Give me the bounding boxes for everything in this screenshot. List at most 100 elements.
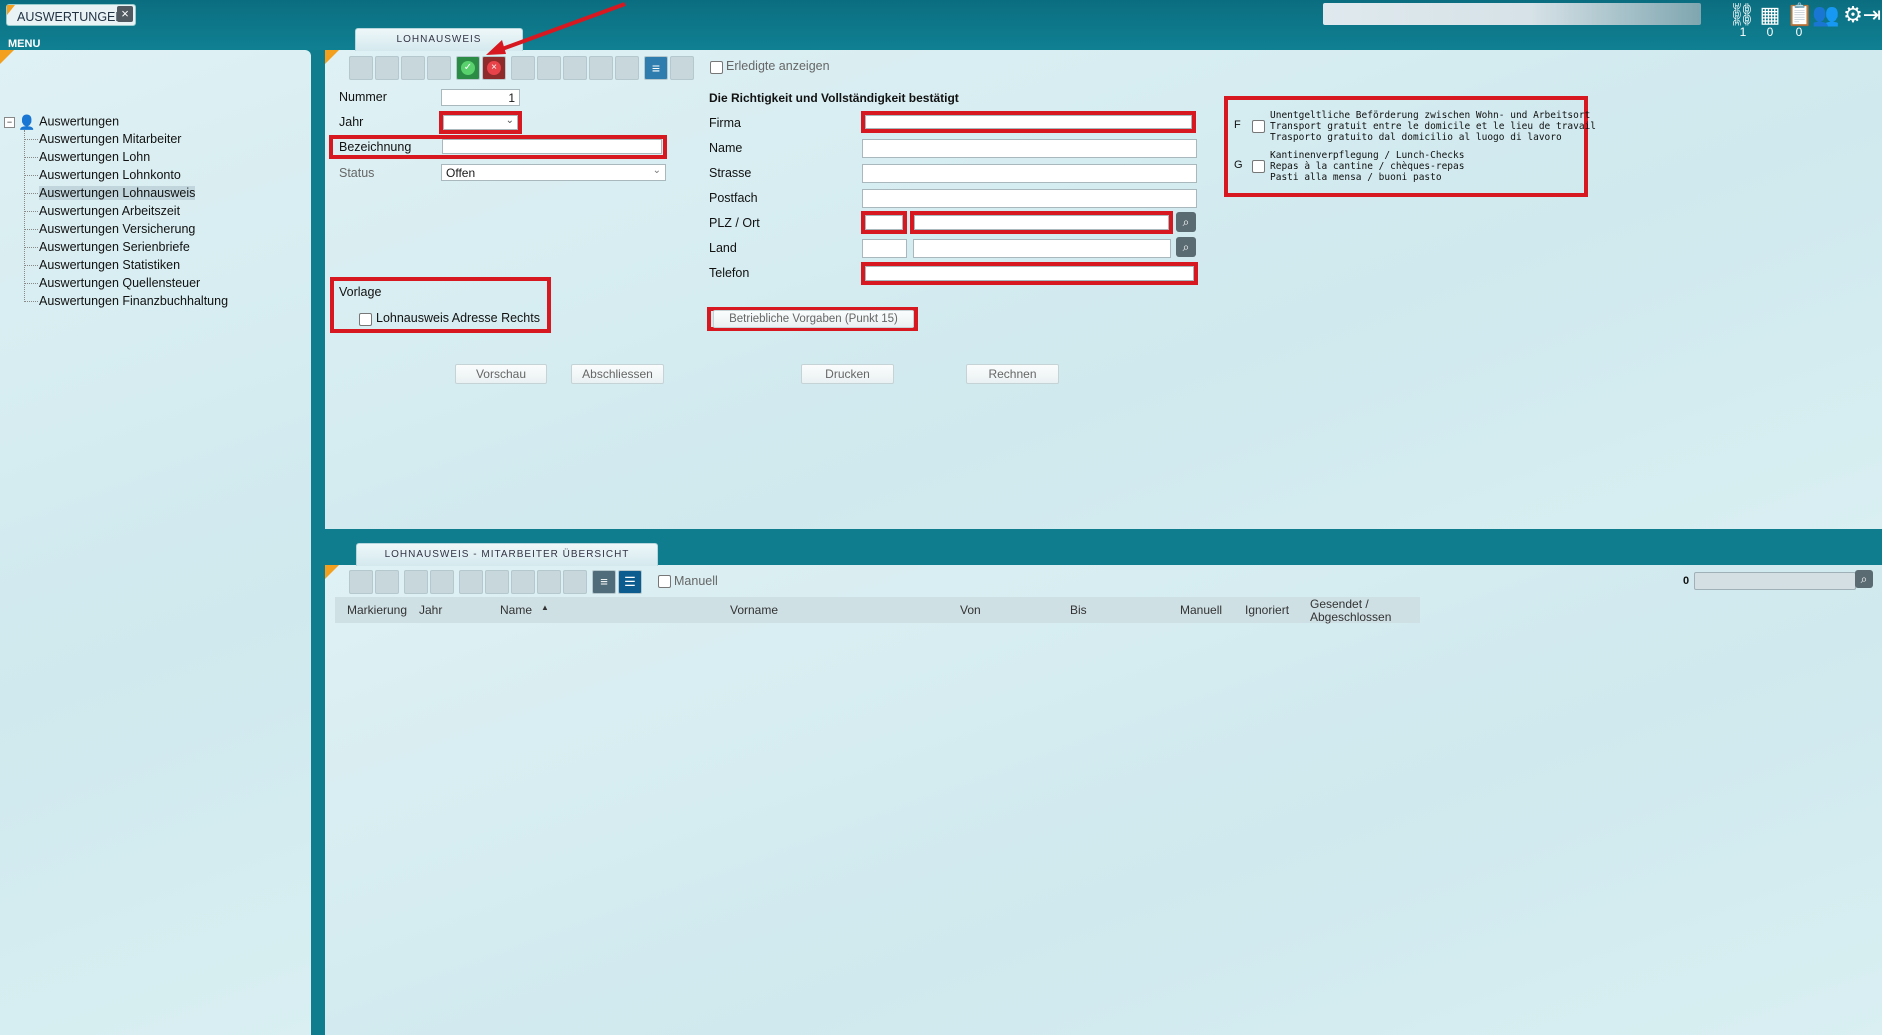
close-icon[interactable]: × xyxy=(117,6,133,22)
rechnen-button[interactable]: Rechnen xyxy=(966,364,1059,384)
nummer-input[interactable]: 1 xyxy=(441,89,520,106)
save-button[interactable]: ✓ xyxy=(456,56,480,80)
table-view-button[interactable] xyxy=(670,56,694,80)
collapse-icon[interactable]: − xyxy=(4,117,15,128)
manuell-checkbox[interactable] xyxy=(658,575,671,588)
tree-item-statistiken[interactable]: Auswertungen Statistiken xyxy=(39,258,180,272)
col-abgeschlossen[interactable]: Abgeschlossen xyxy=(1310,610,1391,624)
col-manuell[interactable]: Manuell xyxy=(1180,603,1222,617)
option-f-line: Trasporto gratuito dal domicilio al luog… xyxy=(1270,132,1562,143)
prev-button[interactable] xyxy=(485,570,509,594)
ort-input[interactable] xyxy=(910,211,1173,234)
show-done-label: Erledigte anzeigen xyxy=(726,59,830,73)
plz-ort-label: PLZ / Ort xyxy=(709,216,760,230)
new-button[interactable] xyxy=(349,570,373,594)
vorschau-button[interactable]: Vorschau xyxy=(455,364,547,384)
col-markierung[interactable]: Markierung xyxy=(347,603,407,617)
user-icon: 👤 xyxy=(18,114,36,130)
col-ignoriert[interactable]: Ignoriert xyxy=(1245,603,1289,617)
betriebliche-vorgaben-button[interactable]: Betriebliche Vorgaben (Punkt 15) xyxy=(713,310,914,328)
edit-button[interactable] xyxy=(375,56,399,80)
adresse-rechts-checkbox[interactable] xyxy=(359,313,372,326)
global-search-bar[interactable] xyxy=(1323,3,1701,25)
tree-item-quellensteuer[interactable]: Auswertungen Quellensteuer xyxy=(39,276,200,290)
menu-label: MENU xyxy=(8,38,41,50)
tree-item-serienbriefe[interactable]: Auswertungen Serienbriefe xyxy=(39,240,190,254)
users-icon[interactable]: 👥 xyxy=(1812,2,1839,27)
name-input[interactable] xyxy=(862,139,1197,158)
last-button[interactable] xyxy=(537,570,561,594)
col-gesendet[interactable]: Gesendet / xyxy=(1310,597,1369,611)
panel-corner-icon xyxy=(325,565,339,579)
app-tab-auswertungen[interactable]: AUSWERTUNGEN × xyxy=(6,4,136,26)
drucken-button[interactable]: Drucken xyxy=(801,364,894,384)
strasse-input[interactable] xyxy=(862,164,1197,183)
tree-item-lohn[interactable]: Auswertungen Lohn xyxy=(39,150,150,164)
calendar-icon[interactable]: ▦ xyxy=(1757,2,1783,27)
col-jahr[interactable]: Jahr xyxy=(419,603,442,617)
tree-item-mitarbeiter[interactable]: Auswertungen Mitarbeiter xyxy=(39,132,181,146)
option-g-checkbox[interactable] xyxy=(1252,160,1265,173)
telefon-input[interactable] xyxy=(861,262,1198,285)
bezeichnung-label: Bezeichnung xyxy=(339,140,412,154)
tree-line xyxy=(24,175,38,176)
clipboard-icon[interactable]: 📋 xyxy=(1786,2,1813,27)
panel-divider[interactable] xyxy=(311,50,325,1035)
status-select[interactable]: Offen ⌄ xyxy=(441,164,666,181)
option-f-checkbox[interactable] xyxy=(1252,120,1265,133)
next-button[interactable] xyxy=(511,570,535,594)
first-button[interactable] xyxy=(459,570,483,594)
tree-item-finanzbuchhaltung[interactable]: Auswertungen Finanzbuchhaltung xyxy=(39,294,228,308)
status-value: Offen xyxy=(446,166,476,180)
firma-input[interactable] xyxy=(861,111,1196,133)
abschliessen-button[interactable]: Abschliessen xyxy=(571,364,664,384)
list-search-input[interactable] xyxy=(1694,572,1856,590)
tree-root[interactable]: − 👤 Auswertungen xyxy=(4,114,119,131)
network-icon[interactable]: ⛓ xyxy=(1728,2,1756,27)
land-label: Land xyxy=(709,241,737,255)
chevron-down-icon: ⌄ xyxy=(505,115,514,126)
table-view-button[interactable]: ☰ xyxy=(618,570,642,594)
search-icon[interactable]: ⌕ xyxy=(1176,237,1196,257)
calendar-count: 0 xyxy=(1766,25,1774,39)
search-icon[interactable]: ⌕ xyxy=(1176,212,1196,232)
plz-input[interactable] xyxy=(861,211,907,234)
col-vorname[interactable]: Vorname xyxy=(730,603,778,617)
tree-line xyxy=(24,301,38,302)
tree-item-lohnkonto[interactable]: Auswertungen Lohnkonto xyxy=(39,168,181,182)
search-icon[interactable]: ⌕ xyxy=(1855,570,1873,588)
cancel-button[interactable] xyxy=(430,570,454,594)
col-bis[interactable]: Bis xyxy=(1070,603,1087,617)
tree-line xyxy=(24,265,38,266)
name-label: Name xyxy=(709,141,743,155)
form-view-button[interactable]: ≡ xyxy=(592,570,616,594)
copy-button[interactable] xyxy=(401,56,425,80)
save-button[interactable] xyxy=(404,570,428,594)
tree-item-versicherung[interactable]: Auswertungen Versicherung xyxy=(39,222,195,236)
tree-item-lohnausweis[interactable]: Auswertungen Lohnausweis xyxy=(39,186,196,200)
option-f-letter: F xyxy=(1234,119,1241,131)
postfach-input[interactable] xyxy=(862,189,1197,208)
show-done-checkbox[interactable] xyxy=(710,61,723,74)
logout-icon[interactable]: ⇥ xyxy=(1862,2,1882,27)
check-icon: ✓ xyxy=(461,61,475,75)
status-label: Status xyxy=(339,166,375,180)
delete-button[interactable] xyxy=(427,56,451,80)
telefon-label: Telefon xyxy=(709,266,750,280)
option-g-letter: G xyxy=(1234,159,1243,171)
tab-mitarbeiter-uebersicht[interactable]: LOHNAUSWEIS - MITARBEITER ÜBERSICHT xyxy=(356,543,658,566)
col-von[interactable]: Von xyxy=(960,603,981,617)
new-button[interactable] xyxy=(349,56,373,80)
form-view-button[interactable]: ≡ xyxy=(644,56,668,80)
tree-line xyxy=(24,157,38,158)
refresh-button[interactable] xyxy=(563,570,587,594)
list-lines-icon: ≡ xyxy=(600,574,608,589)
col-name[interactable]: Name xyxy=(500,603,532,617)
edit-button[interactable] xyxy=(375,570,399,594)
tab-flag-icon xyxy=(7,5,15,15)
jahr-select[interactable]: ⌄ xyxy=(439,111,522,134)
land-input[interactable] xyxy=(913,239,1171,258)
land-code-input[interactable] xyxy=(862,239,907,258)
bezeichnung-input[interactable] xyxy=(442,139,662,154)
tree-item-arbeitszeit[interactable]: Auswertungen Arbeitszeit xyxy=(39,204,180,218)
